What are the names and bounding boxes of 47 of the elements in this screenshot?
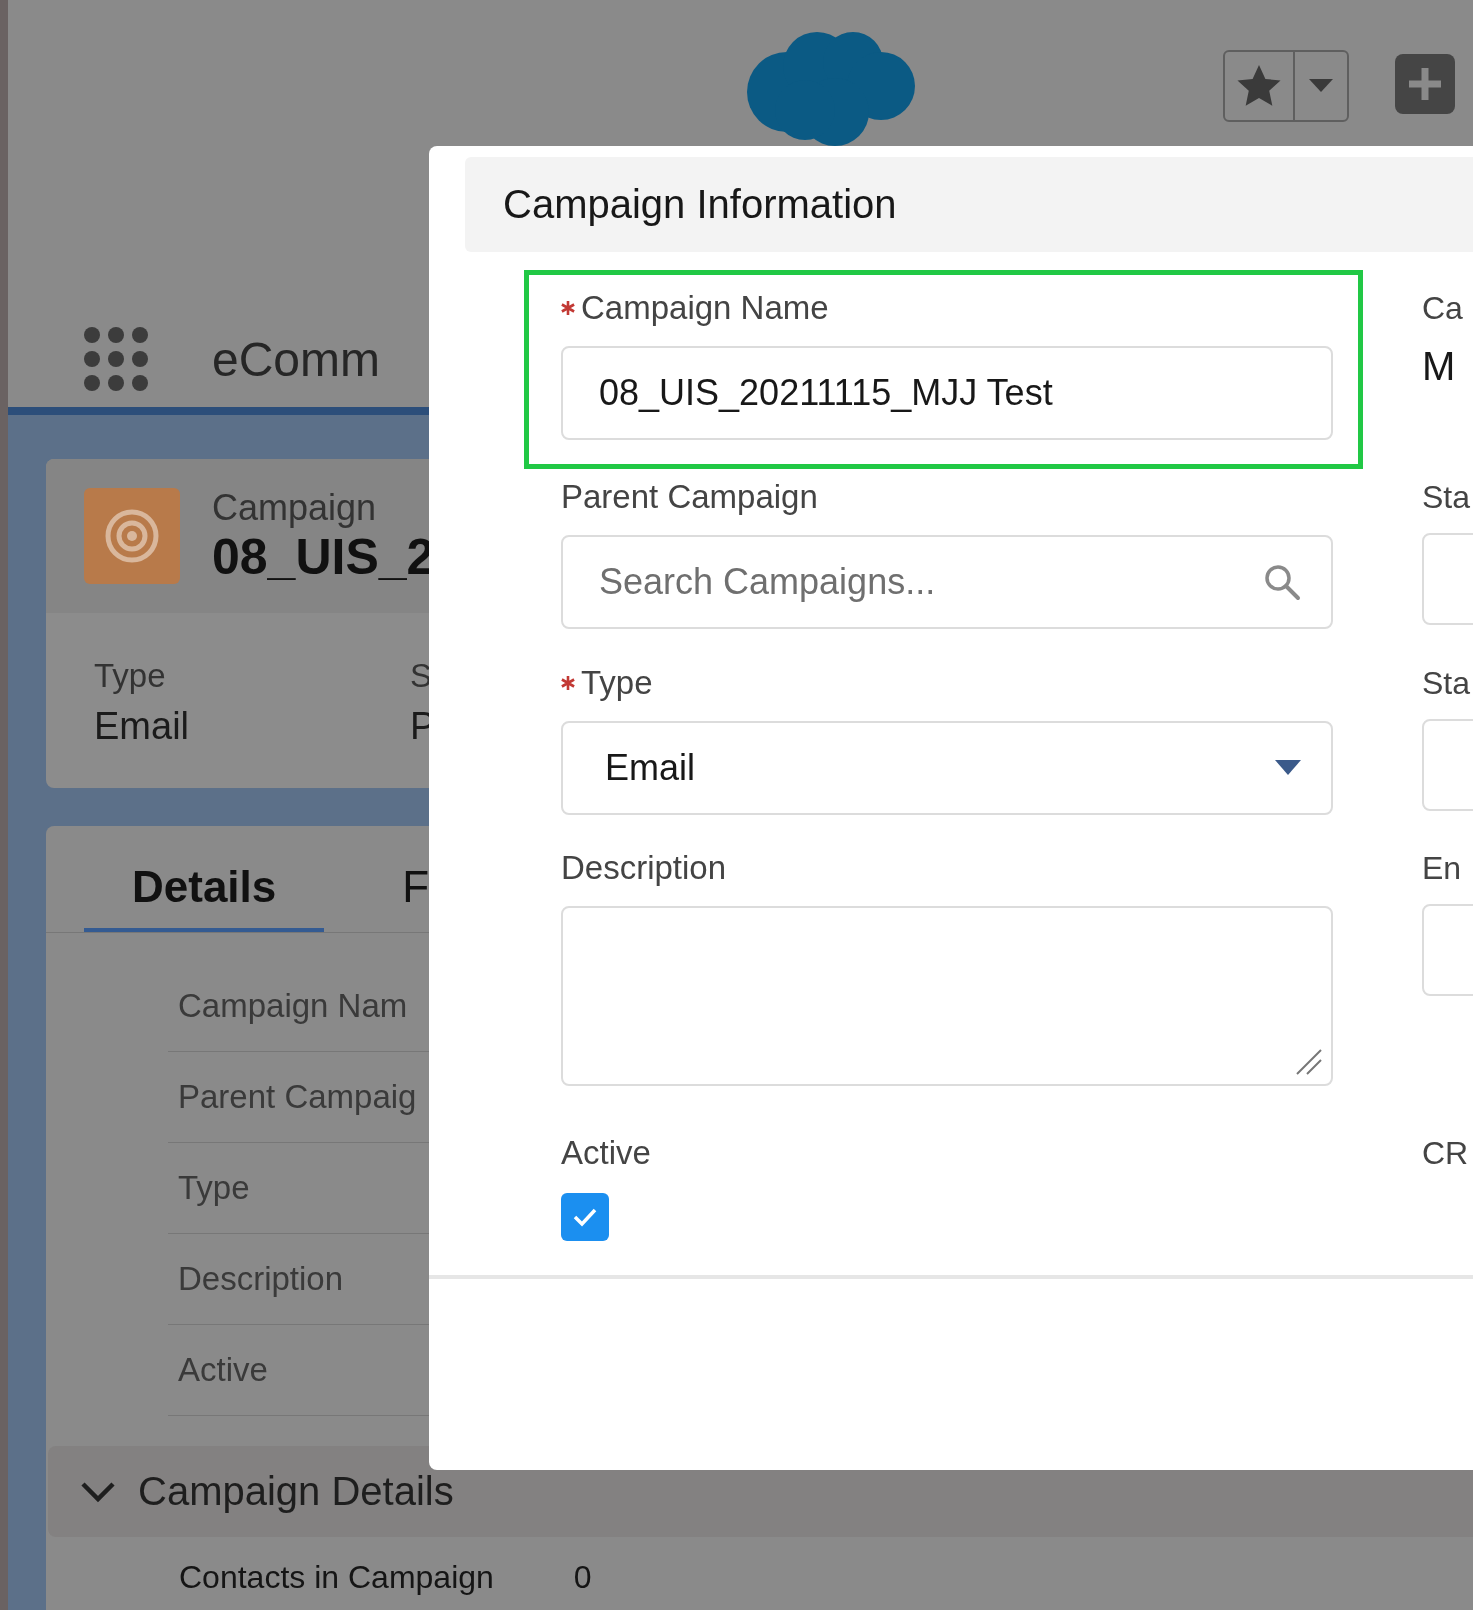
field-value: 0 bbox=[573, 1559, 592, 1596]
highlight-value: Email bbox=[94, 705, 190, 748]
campaign-name-field[interactable]: 08_UIS_20211115_MJJ Test bbox=[561, 346, 1333, 440]
active-checkbox[interactable] bbox=[561, 1193, 609, 1241]
search-field[interactable]: Search Campaigns... bbox=[561, 535, 1333, 629]
caret-icon bbox=[1309, 79, 1333, 93]
app-name: eComm bbox=[212, 331, 381, 387]
section-title: Campaign Information bbox=[503, 182, 897, 227]
field-label: Campaign Nam bbox=[177, 987, 408, 1025]
field-label: Ca bbox=[1422, 289, 1464, 328]
field-value: 08_UIS_20211115_MJJ Test bbox=[599, 372, 1054, 414]
field-value: M bbox=[1422, 344, 1457, 389]
cloud-logo-icon bbox=[745, 30, 917, 146]
field-label: Active bbox=[177, 1351, 268, 1389]
field-label: Contacts in Campaign bbox=[179, 1559, 494, 1596]
field-label: En bbox=[1422, 849, 1463, 888]
field-label: Description bbox=[561, 849, 727, 887]
search-icon bbox=[1263, 563, 1301, 601]
field-value: Email bbox=[605, 747, 697, 789]
field-label: Parent Campaig bbox=[177, 1078, 417, 1116]
field-label: CR bbox=[1422, 1134, 1470, 1173]
field-label: Active bbox=[561, 1134, 651, 1172]
field-label: Sta bbox=[1422, 478, 1472, 517]
plus-icon bbox=[1406, 65, 1444, 103]
field-label: Type bbox=[581, 664, 653, 702]
chevron-icon bbox=[80, 1480, 116, 1503]
star-icon bbox=[1237, 65, 1281, 107]
resize-handle-icon bbox=[1295, 1048, 1323, 1076]
highlight-label: Type bbox=[94, 657, 166, 695]
type-dropdown[interactable]: Email bbox=[561, 721, 1333, 815]
field-label: Sta bbox=[1422, 664, 1472, 703]
field-label: Type bbox=[177, 1169, 250, 1207]
dropdown-caret-icon bbox=[1275, 760, 1301, 776]
app-launcher-button[interactable] bbox=[84, 327, 148, 391]
field-label: Description bbox=[177, 1260, 344, 1298]
field-label: Parent Campaign bbox=[561, 478, 818, 516]
tab[interactable]: F bbox=[354, 846, 478, 932]
add-button[interactable] bbox=[1395, 54, 1455, 114]
field-label: Campaign Name bbox=[581, 289, 829, 327]
field-placeholder: Search Campaigns... bbox=[599, 561, 937, 603]
record-title: 08_UIS_2 bbox=[212, 529, 435, 585]
description-field[interactable] bbox=[561, 906, 1333, 1086]
checkmark-icon bbox=[572, 1207, 598, 1227]
tab[interactable]: Details bbox=[84, 846, 325, 932]
highlight-label: S bbox=[410, 657, 432, 695]
object-label: Campaign bbox=[212, 487, 378, 529]
campaign-object-icon bbox=[84, 488, 180, 584]
